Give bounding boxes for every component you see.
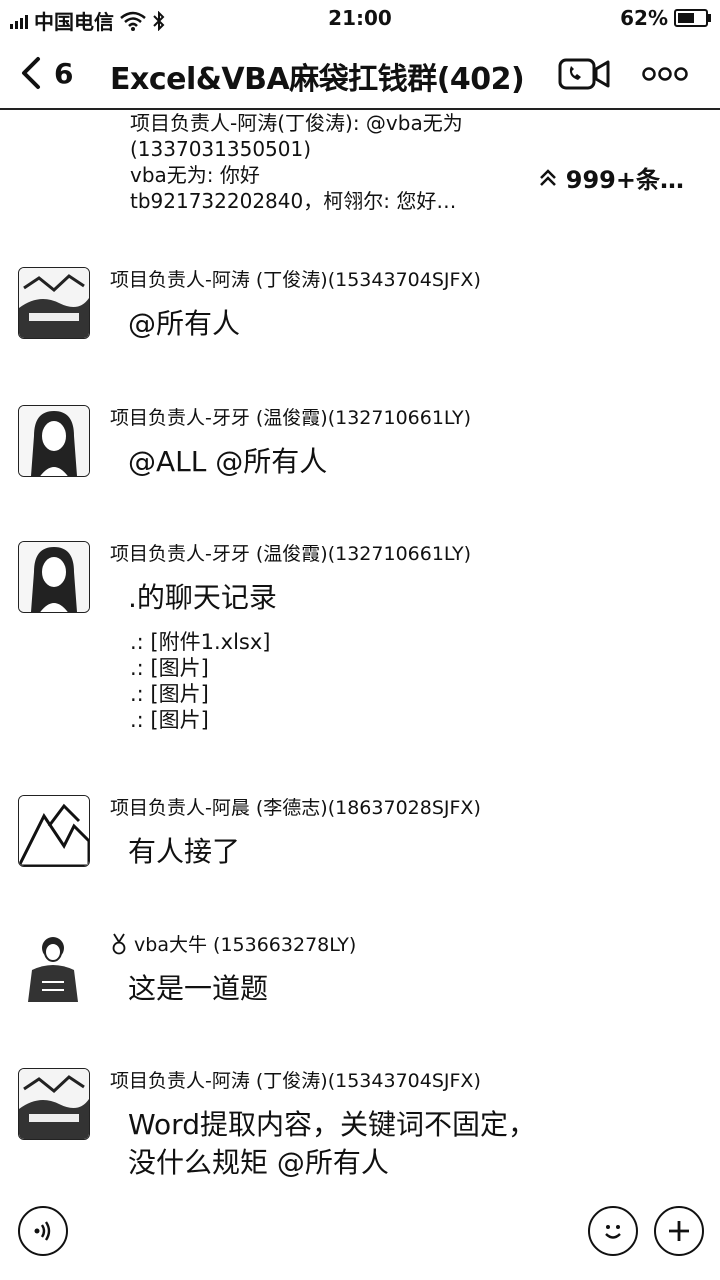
battery-percent: 62% — [620, 6, 668, 30]
avatar[interactable] — [18, 1068, 90, 1140]
more-icon — [642, 67, 688, 81]
smiley-icon — [605, 1225, 621, 1239]
sender-name[interactable]: vba大牛 (153663278LY) — [110, 930, 356, 957]
chat-record-item: .: [图片] — [130, 682, 209, 706]
chat-record-item: .: [附件1.xlsx] — [130, 630, 271, 654]
status-bar: 中国电信 21:00 62% — [0, 0, 720, 38]
plus-icon — [669, 1221, 689, 1241]
add-button[interactable] — [654, 1206, 704, 1256]
message-text[interactable]: Word提取内容，关键词不固定，没什么规矩 @所有人 — [128, 1106, 558, 1182]
quoted-line: 项目负责人-阿涛(丁俊涛): @vba无为 — [130, 111, 463, 135]
chat-record-item: .: [图片] — [130, 708, 209, 732]
video-call-button[interactable] — [558, 56, 610, 92]
sender-name[interactable]: 项目负责人-牙牙 (温俊霞)(132710661LY) — [110, 539, 471, 566]
quoted-line: (1337031350501) — [130, 137, 312, 161]
chevron-left-icon — [22, 57, 40, 89]
emoji-button[interactable] — [588, 1206, 638, 1256]
message-text[interactable]: 这是一道题 — [128, 970, 688, 1008]
avatar-image — [19, 542, 89, 612]
status-time: 21:00 — [328, 6, 392, 30]
avatar[interactable] — [18, 405, 90, 477]
chat-record-list[interactable]: .: [附件1.xlsx] .: [图片] .: [图片] .: [图片] — [130, 629, 270, 733]
message-text[interactable]: @ALL @所有人 — [128, 443, 688, 481]
double-chevron-up-icon — [539, 168, 556, 186]
avatar-image — [19, 796, 89, 866]
avatar[interactable] — [18, 267, 90, 339]
avatar[interactable] — [18, 541, 90, 613]
avatar-image — [18, 932, 88, 1002]
new-messages-count: 999+条… — [565, 166, 684, 194]
more-button[interactable] — [640, 56, 690, 92]
avatar-image — [19, 268, 89, 338]
chat-record-item: .: [图片] — [130, 656, 209, 680]
input-bar — [0, 1190, 720, 1280]
medal-icon — [112, 933, 126, 955]
status-right: 62% — [620, 6, 711, 30]
chat-header: 6 Excel&VBA麻袋扛钱群(402) — [0, 40, 720, 110]
quoted-line: vba无为: 你好 — [130, 163, 260, 187]
sender-name-text: vba大牛 (153663278LY) — [134, 934, 357, 956]
message-list[interactable]: 项目负责人-阿涛(丁俊涛): @vba无为 (1337031350501) vb… — [0, 110, 720, 1190]
battery-fill — [678, 13, 694, 23]
new-messages-button[interactable]: 999+条… — [538, 160, 684, 195]
voice-button[interactable] — [18, 1206, 68, 1256]
voice-icon — [34, 1221, 51, 1241]
avatar[interactable] — [18, 795, 90, 867]
back-button[interactable]: 6 — [18, 52, 88, 94]
video-call-icon — [558, 58, 610, 90]
sender-name[interactable]: 项目负责人-阿涛 (丁俊涛)(15343704SJFX) — [110, 1066, 481, 1093]
chat-record-title[interactable]: .的聊天记录 — [128, 579, 688, 617]
sender-name[interactable]: 项目负责人-阿晨 (李德志)(18637028SJFX) — [110, 793, 481, 820]
avatar-image — [19, 1069, 89, 1139]
message-text[interactable]: @所有人 — [128, 305, 688, 343]
group-title: Excel&VBA麻袋扛钱群(402) — [110, 62, 525, 97]
unread-count: 6 — [54, 56, 74, 90]
avatar[interactable] — [18, 932, 88, 1002]
avatar-image — [19, 406, 89, 476]
message-text[interactable]: 有人接了 — [128, 833, 688, 871]
sender-name[interactable]: 项目负责人-牙牙 (温俊霞)(132710661LY) — [110, 403, 471, 430]
sender-name[interactable]: 项目负责人-阿涛 (丁俊涛)(15343704SJFX) — [110, 265, 481, 292]
battery-icon — [674, 9, 711, 27]
